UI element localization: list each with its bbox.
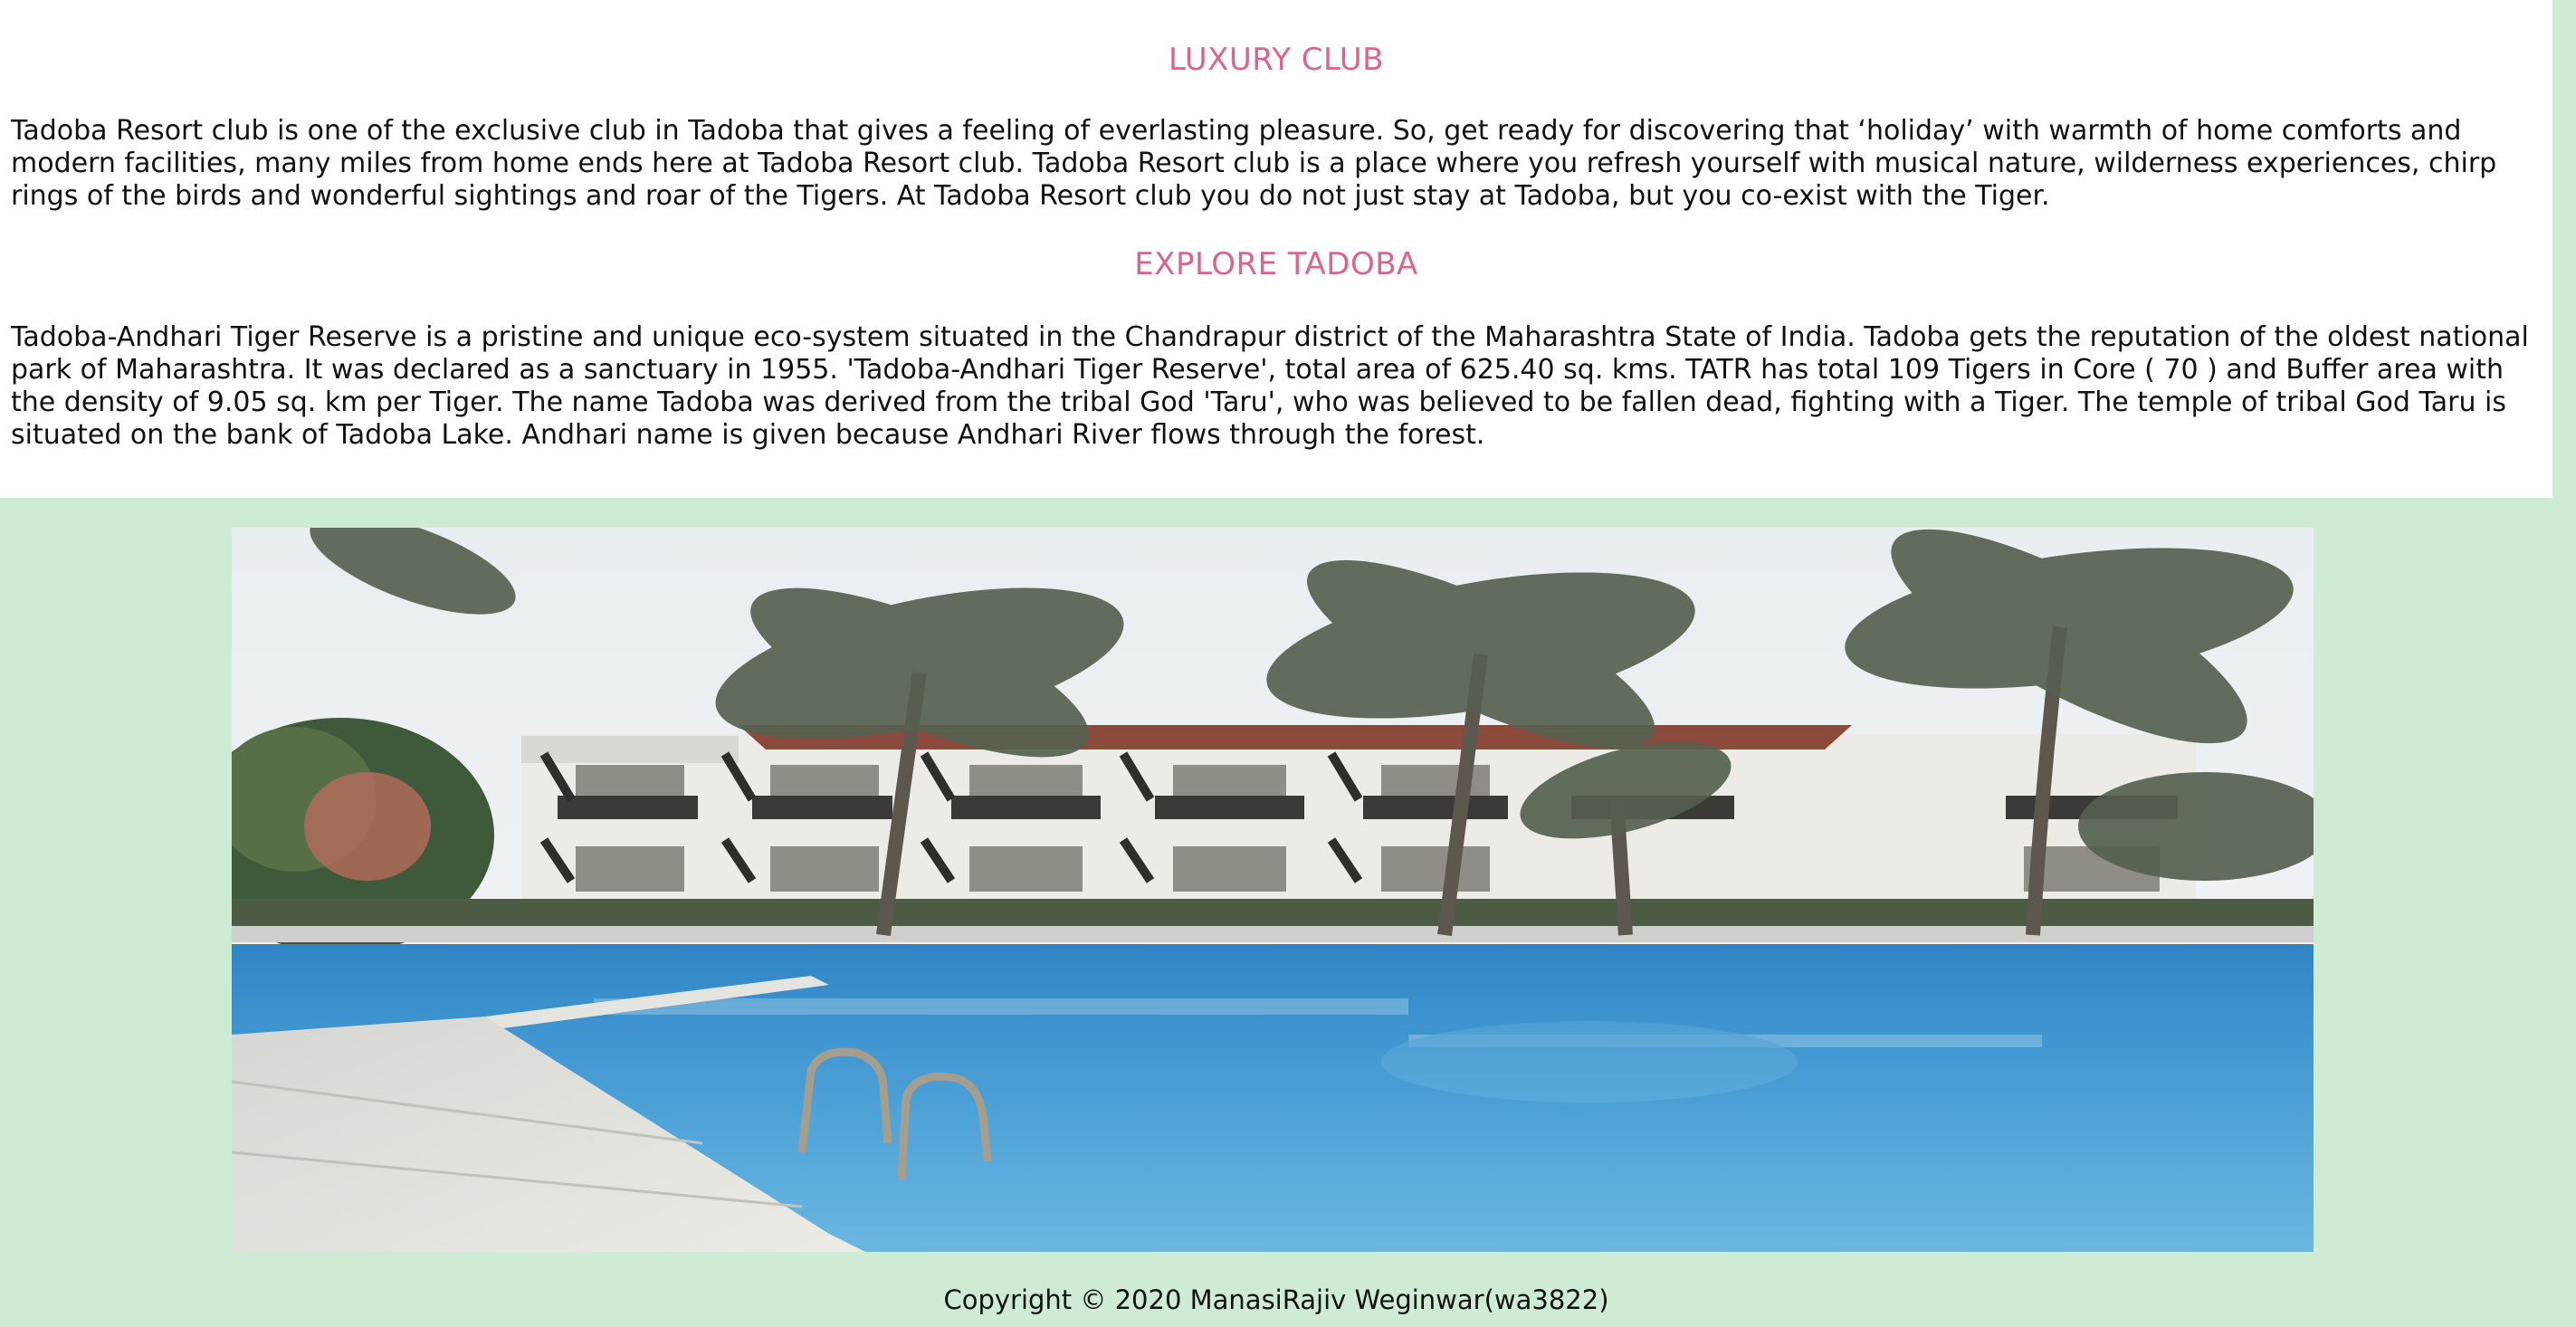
explore-tadoba-description: Tadoba-Andhari Tiger Reserve is a pristi… <box>11 321 2529 451</box>
luxury-club-heading: LUXURY CLUB <box>1168 42 1385 78</box>
content-panel: LUXURY CLUB Tadoba Resort club is one of… <box>0 0 2552 498</box>
explore-tadoba-heading: EXPLORE TADOBA <box>1134 246 1418 282</box>
luxury-club-description: Tadoba Resort club is one of the exclusi… <box>11 115 2497 212</box>
footer-copyright: Copyright © 2020 ManasiRajiv Weginwar(wa… <box>943 1284 1609 1315</box>
resort-pool-photo <box>232 528 2314 1252</box>
